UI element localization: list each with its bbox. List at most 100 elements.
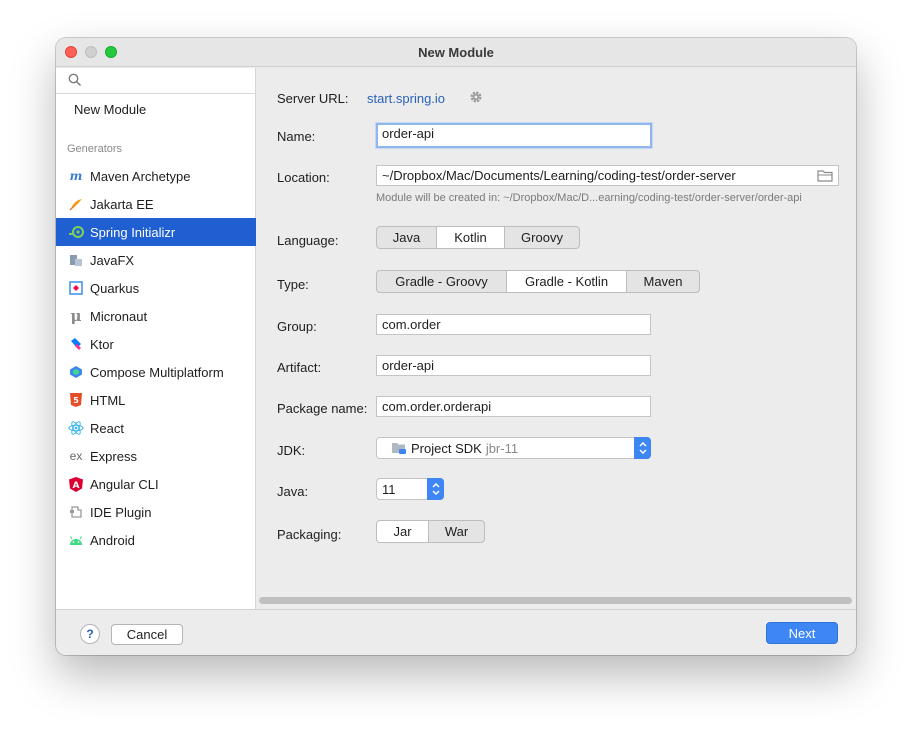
svg-text:5: 5	[73, 396, 79, 405]
sidebar-item-label: Jakarta EE	[90, 196, 154, 212]
sidebar-item-ktor[interactable]: Ktor	[56, 330, 256, 358]
dialog-footer: ? Cancel Next	[56, 609, 856, 655]
artifact-label: Artifact:	[277, 360, 322, 375]
language-label: Language:	[277, 233, 339, 248]
new-module-dialog: New Module New Module Generators m Maven…	[56, 38, 856, 655]
sidebar-item-react[interactable]: React	[56, 414, 256, 442]
packaging-option-war[interactable]: War	[429, 521, 484, 542]
sdk-folder-icon	[392, 443, 406, 454]
sidebar-item-label: Quarkus	[90, 280, 140, 296]
location-hint: Module will be created in: ~/Dropbox/Mac…	[376, 192, 802, 204]
packaging-option-jar[interactable]: Jar	[377, 521, 429, 542]
location-label: Location:	[277, 170, 330, 185]
sidebar-item-micronaut[interactable]: μ Micronaut	[56, 302, 256, 330]
java-version-value: 11	[382, 481, 396, 497]
sidebar-item-label: Maven Archetype	[90, 168, 191, 184]
sidebar-item-android[interactable]: Android	[56, 526, 256, 554]
sidebar-item-spring-initializr[interactable]: Spring Initializr	[56, 218, 256, 246]
compose-icon	[68, 364, 84, 380]
language-option-groovy[interactable]: Groovy	[505, 227, 579, 248]
sidebar-item-compose-multiplatform[interactable]: Compose Multiplatform	[56, 358, 256, 386]
type-option-gradle-kotlin[interactable]: Gradle - Kotlin	[507, 271, 627, 292]
group-field[interactable]: com.order	[376, 314, 651, 335]
jdk-name: Project SDK	[411, 440, 482, 456]
package-name-label: Package name:	[277, 401, 368, 416]
react-icon	[68, 420, 84, 436]
java-version-dropdown[interactable]: 11	[376, 478, 444, 500]
quarkus-icon	[68, 280, 84, 296]
help-button[interactable]: ?	[80, 624, 100, 644]
packaging-label: Packaging:	[277, 527, 342, 542]
package-name-field[interactable]: com.order.orderapi	[376, 396, 651, 417]
spring-icon	[68, 224, 84, 240]
sidebar-item-label: Micronaut	[90, 308, 148, 324]
folder-icon[interactable]	[817, 169, 833, 182]
sidebar-item-label: Compose Multiplatform	[90, 364, 224, 380]
server-url-label: Server URL:	[277, 91, 349, 106]
sidebar-item-jakarta-ee[interactable]: Jakarta EE	[56, 190, 256, 218]
maven-icon: m	[69, 169, 83, 183]
plugin-icon	[68, 504, 84, 520]
language-option-java[interactable]: Java	[377, 227, 437, 248]
module-settings-panel: Server URL: start.spring.io Name: order-…	[257, 68, 856, 609]
express-icon: ex	[69, 449, 83, 463]
chevron-down-icon	[431, 490, 440, 495]
sidebar-item-html[interactable]: 5 HTML	[56, 386, 256, 414]
location-field[interactable]: ~/Dropbox/Mac/Documents/Learning/coding-…	[376, 165, 839, 186]
java-dropdown-arrow[interactable]	[427, 478, 444, 500]
location-value: ~/Dropbox/Mac/Documents/Learning/coding-…	[382, 168, 736, 183]
type-option-gradle-groovy[interactable]: Gradle - Groovy	[377, 271, 507, 292]
language-option-kotlin[interactable]: Kotlin	[437, 227, 505, 248]
build-type-selector: Gradle - Groovy Gradle - Kotlin Maven	[376, 270, 700, 293]
generators-heading: Generators	[67, 143, 123, 155]
sidebar-item-maven-archetype[interactable]: m Maven Archetype	[56, 162, 256, 190]
sidebar: New Module Generators m Maven Archetype …	[56, 68, 256, 609]
sidebar-item-javafx[interactable]: JavaFX	[56, 246, 256, 274]
language-selector: Java Kotlin Groovy	[376, 226, 580, 249]
title-bar: New Module	[56, 38, 856, 67]
svg-text:A: A	[73, 481, 80, 491]
sidebar-item-label: Android	[90, 532, 135, 548]
html5-icon: 5	[68, 392, 84, 408]
sidebar-item-label: Ktor	[90, 336, 114, 352]
artifact-field[interactable]: order-api	[376, 355, 651, 376]
type-label: Type:	[277, 277, 309, 292]
jdk-label: JDK:	[277, 443, 306, 458]
jdk-version: jbr-11	[485, 440, 519, 456]
android-icon	[68, 532, 84, 548]
name-label: Name:	[277, 129, 316, 144]
micronaut-icon: μ	[70, 307, 82, 325]
java-label: Java:	[277, 484, 309, 499]
type-option-maven[interactable]: Maven	[627, 271, 699, 292]
sidebar-item-express[interactable]: ex Express	[56, 442, 256, 470]
jakarta-icon	[68, 196, 84, 212]
chevron-up-icon	[431, 483, 440, 488]
name-field[interactable]: order-api	[376, 123, 652, 148]
chevron-down-icon	[638, 449, 647, 454]
jdk-dropdown[interactable]: Project SDK jbr-11	[376, 437, 651, 459]
next-button[interactable]: Next	[766, 622, 838, 644]
sidebar-item-label: Spring Initializr	[90, 224, 176, 240]
sidebar-item-angular-cli[interactable]: A Angular CLI	[56, 470, 256, 498]
sidebar-item-quarkus[interactable]: Quarkus	[56, 274, 256, 302]
sidebar-item-label: Angular CLI	[90, 476, 159, 492]
javafx-icon	[68, 252, 84, 268]
packaging-selector: Jar War	[376, 520, 485, 543]
sidebar-item-label: Express	[90, 448, 137, 464]
jdk-dropdown-arrow[interactable]	[634, 437, 651, 459]
horizontal-scrollbar[interactable]	[259, 597, 852, 604]
cancel-button[interactable]: Cancel	[111, 624, 183, 645]
sidebar-item-label: JavaFX	[90, 252, 135, 268]
window-title: New Module	[418, 45, 494, 60]
sidebar-item-new-module[interactable]: New Module	[74, 102, 146, 117]
sidebar-item-label: IDE Plugin	[90, 504, 152, 520]
generators-list: m Maven Archetype Jakarta EE Spring Init…	[56, 162, 256, 554]
search-input[interactable]	[56, 68, 256, 94]
gear-icon[interactable]	[469, 90, 483, 104]
group-label: Group:	[277, 319, 317, 334]
search-icon	[68, 73, 82, 87]
sidebar-item-ide-plugin[interactable]: IDE Plugin	[56, 498, 256, 526]
server-url-link[interactable]: start.spring.io	[367, 91, 445, 106]
chevron-up-icon	[638, 442, 647, 447]
sidebar-item-label: React	[90, 420, 124, 436]
